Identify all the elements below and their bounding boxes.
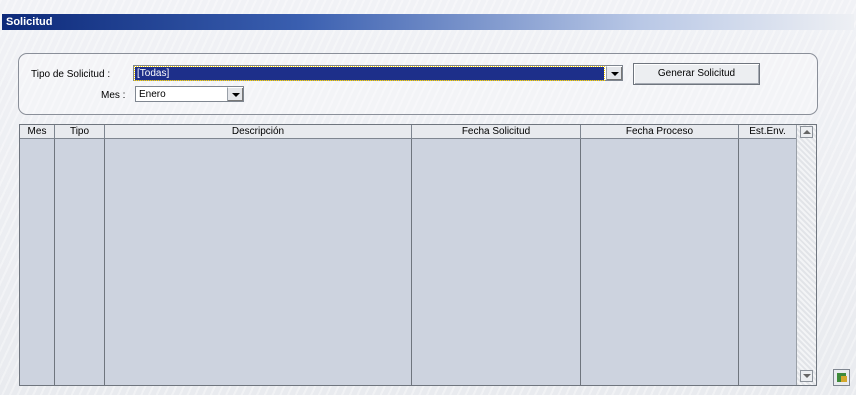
generar-solicitud-button[interactable]: Generar Solicitud [633, 63, 760, 85]
chevron-down-icon[interactable] [227, 87, 243, 101]
col-header-tipo[interactable]: Tipo [55, 125, 105, 139]
window-title: Solicitud [2, 14, 854, 30]
tipo-solicitud-label: Tipo de Solicitud : [31, 69, 111, 80]
grid-column-mes [20, 139, 55, 385]
col-header-fecha-solicitud[interactable]: Fecha Solicitud [412, 125, 581, 139]
tipo-solicitud-select[interactable]: [Todas] [133, 65, 623, 81]
grid-scrollbar[interactable] [796, 125, 816, 385]
chevron-down-icon[interactable] [606, 66, 622, 80]
col-header-est-env[interactable]: Est.Env. [739, 125, 797, 139]
grid-column-est-env [739, 139, 797, 385]
grid-header: Mes Tipo Descripción Fecha Solicitud Fec… [20, 125, 797, 139]
tipo-solicitud-value: [Todas] [134, 66, 605, 81]
mes-select[interactable]: Enero [135, 86, 244, 102]
grid-column-tipo [55, 139, 105, 385]
arrow-up-icon[interactable] [800, 126, 813, 138]
arrow-down-icon[interactable] [800, 370, 813, 382]
export-icon[interactable] [833, 369, 850, 386]
solicitud-window: Solicitud Tipo de Solicitud : [Todas] Ge… [0, 0, 856, 395]
export-icon-part [841, 376, 847, 382]
grid-column-fecha-proceso [581, 139, 739, 385]
grid-column-fecha-solicitud [412, 139, 581, 385]
col-header-fecha-proceso[interactable]: Fecha Proceso [581, 125, 739, 139]
grid-column-descripcion [105, 139, 412, 385]
col-header-descripcion[interactable]: Descripción [105, 125, 412, 139]
mes-label: Mes : [101, 90, 126, 101]
solicitud-grid[interactable]: Mes Tipo Descripción Fecha Solicitud Fec… [19, 124, 817, 386]
mes-value: Enero [139, 89, 166, 100]
col-header-mes[interactable]: Mes [20, 125, 55, 139]
